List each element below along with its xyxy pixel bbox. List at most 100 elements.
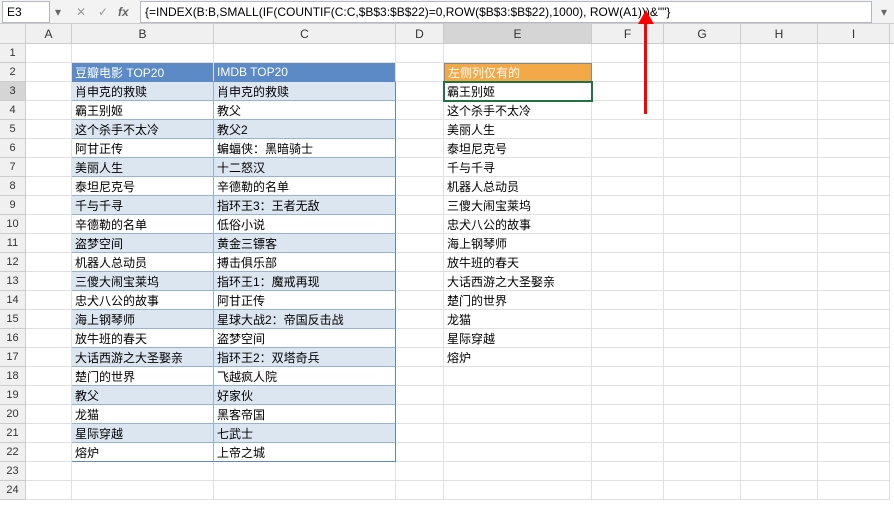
cell-E6[interactable]: 泰坦尼克号 bbox=[444, 139, 592, 158]
cell-I20[interactable] bbox=[818, 405, 890, 424]
name-box[interactable]: E3 bbox=[2, 1, 50, 23]
cell-F3[interactable] bbox=[592, 82, 664, 101]
cell-A19[interactable] bbox=[26, 386, 72, 405]
cell-H14[interactable] bbox=[741, 291, 818, 310]
cell-C12[interactable]: 搏击俱乐部 bbox=[214, 253, 396, 272]
cell-I17[interactable] bbox=[818, 348, 890, 367]
cell-A24[interactable] bbox=[26, 481, 72, 500]
cell-F16[interactable] bbox=[592, 329, 664, 348]
row-header[interactable]: 19 bbox=[0, 386, 26, 405]
cell-G15[interactable] bbox=[664, 310, 741, 329]
column-header-A[interactable]: A bbox=[26, 24, 72, 43]
cell-A16[interactable] bbox=[26, 329, 72, 348]
cell-C20[interactable]: 黑客帝国 bbox=[214, 405, 396, 424]
cell-G7[interactable] bbox=[664, 158, 741, 177]
cell-C23[interactable] bbox=[214, 462, 396, 481]
cell-D22[interactable] bbox=[396, 443, 444, 462]
cell-D9[interactable] bbox=[396, 196, 444, 215]
cell-D21[interactable] bbox=[396, 424, 444, 443]
cell-B20[interactable]: 龙猫 bbox=[72, 405, 214, 424]
cell-H11[interactable] bbox=[741, 234, 818, 253]
cell-F21[interactable] bbox=[592, 424, 664, 443]
cell-B5[interactable]: 这个杀手不太冷 bbox=[72, 120, 214, 139]
cell-I23[interactable] bbox=[818, 462, 890, 481]
cell-B11[interactable]: 盗梦空间 bbox=[72, 234, 214, 253]
cell-B12[interactable]: 机器人总动员 bbox=[72, 253, 214, 272]
cell-I2[interactable] bbox=[818, 63, 890, 82]
cell-E24[interactable] bbox=[444, 481, 592, 500]
cell-A8[interactable] bbox=[26, 177, 72, 196]
cell-F2[interactable] bbox=[592, 63, 664, 82]
row-header[interactable]: 21 bbox=[0, 424, 26, 443]
cell-I13[interactable] bbox=[818, 272, 890, 291]
cell-I4[interactable] bbox=[818, 101, 890, 120]
cell-D15[interactable] bbox=[396, 310, 444, 329]
row-header[interactable]: 11 bbox=[0, 234, 26, 253]
cell-C17[interactable]: 指环王2：双塔奇兵 bbox=[214, 348, 396, 367]
cell-B17[interactable]: 大话西游之大圣娶亲 bbox=[72, 348, 214, 367]
cell-G10[interactable] bbox=[664, 215, 741, 234]
cell-G16[interactable] bbox=[664, 329, 741, 348]
row-header[interactable]: 16 bbox=[0, 329, 26, 348]
cell-C13[interactable]: 指环王1：魔戒再现 bbox=[214, 272, 396, 291]
cell-C10[interactable]: 低俗小说 bbox=[214, 215, 396, 234]
cell-A7[interactable] bbox=[26, 158, 72, 177]
cell-B15[interactable]: 海上钢琴师 bbox=[72, 310, 214, 329]
cell-E10[interactable]: 忠犬八公的故事 bbox=[444, 215, 592, 234]
cell-B13[interactable]: 三傻大闹宝莱坞 bbox=[72, 272, 214, 291]
cell-F5[interactable] bbox=[592, 120, 664, 139]
cell-D3[interactable] bbox=[396, 82, 444, 101]
row-header[interactable]: 6 bbox=[0, 139, 26, 158]
cell-D24[interactable] bbox=[396, 481, 444, 500]
cell-G8[interactable] bbox=[664, 177, 741, 196]
row-header[interactable]: 15 bbox=[0, 310, 26, 329]
cell-F24[interactable] bbox=[592, 481, 664, 500]
row-header[interactable]: 10 bbox=[0, 215, 26, 234]
cell-B9[interactable]: 千与千寻 bbox=[72, 196, 214, 215]
cell-H19[interactable] bbox=[741, 386, 818, 405]
cell-I5[interactable] bbox=[818, 120, 890, 139]
cell-G2[interactable] bbox=[664, 63, 741, 82]
cell-E15[interactable]: 龙猫 bbox=[444, 310, 592, 329]
cell-C4[interactable]: 教父 bbox=[214, 101, 396, 120]
row-header[interactable]: 5 bbox=[0, 120, 26, 139]
row-header[interactable]: 14 bbox=[0, 291, 26, 310]
cell-C3[interactable]: 肖申克的救赎 bbox=[214, 82, 396, 101]
row-header[interactable]: 18 bbox=[0, 367, 26, 386]
cell-E5[interactable]: 美丽人生 bbox=[444, 120, 592, 139]
cell-H24[interactable] bbox=[741, 481, 818, 500]
cell-E23[interactable] bbox=[444, 462, 592, 481]
cell-D5[interactable] bbox=[396, 120, 444, 139]
column-header-C[interactable]: C bbox=[214, 24, 396, 43]
row-header[interactable]: 2 bbox=[0, 63, 26, 82]
cell-C24[interactable] bbox=[214, 481, 396, 500]
cell-F10[interactable] bbox=[592, 215, 664, 234]
cell-F13[interactable] bbox=[592, 272, 664, 291]
cell-A20[interactable] bbox=[26, 405, 72, 424]
cell-F6[interactable] bbox=[592, 139, 664, 158]
cell-D8[interactable] bbox=[396, 177, 444, 196]
cell-G19[interactable] bbox=[664, 386, 741, 405]
row-header[interactable]: 7 bbox=[0, 158, 26, 177]
cell-F8[interactable] bbox=[592, 177, 664, 196]
cell-E18[interactable] bbox=[444, 367, 592, 386]
cell-I19[interactable] bbox=[818, 386, 890, 405]
cell-G9[interactable] bbox=[664, 196, 741, 215]
cell-C14[interactable]: 阿甘正传 bbox=[214, 291, 396, 310]
cell-A18[interactable] bbox=[26, 367, 72, 386]
cell-B22[interactable]: 熔炉 bbox=[72, 443, 214, 462]
cell-F17[interactable] bbox=[592, 348, 664, 367]
cell-D12[interactable] bbox=[396, 253, 444, 272]
cell-I3[interactable] bbox=[818, 82, 890, 101]
cell-I18[interactable] bbox=[818, 367, 890, 386]
cell-F7[interactable] bbox=[592, 158, 664, 177]
cell-G11[interactable] bbox=[664, 234, 741, 253]
cell-E19[interactable] bbox=[444, 386, 592, 405]
cell-H1[interactable] bbox=[741, 44, 818, 63]
cell-H21[interactable] bbox=[741, 424, 818, 443]
cell-H20[interactable] bbox=[741, 405, 818, 424]
cell-H7[interactable] bbox=[741, 158, 818, 177]
column-header-D[interactable]: D bbox=[396, 24, 444, 43]
cell-H6[interactable] bbox=[741, 139, 818, 158]
cell-B8[interactable]: 泰坦尼克号 bbox=[72, 177, 214, 196]
